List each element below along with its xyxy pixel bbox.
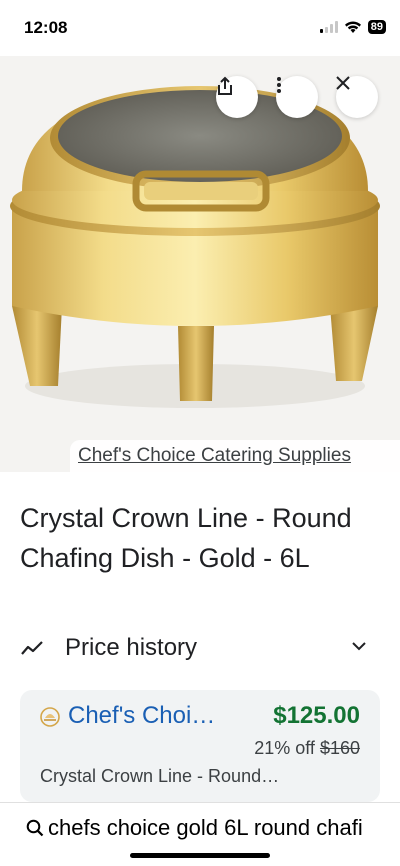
search-query-text: chefs choice gold 6L round chafi (48, 815, 363, 840)
price-history-label: Price history (65, 634, 198, 661)
signal-icon (319, 21, 338, 33)
source-link[interactable]: Chef's Choice Catering Supplies (70, 440, 400, 472)
product-title: Crystal Crown Line - Round Chafing Dish … (20, 503, 352, 573)
share-icon (218, 76, 232, 95)
close-icon (336, 76, 350, 90)
status-bar: 12:08 89 (0, 0, 400, 56)
search-query[interactable]: chefs choice gold 6L round chafi (26, 815, 376, 841)
offer-price: $125.00 (273, 702, 360, 729)
product-image[interactable]: Chef's Choice Catering Supplies (0, 56, 400, 472)
price-history-toggle[interactable]: Price history (0, 628, 400, 670)
home-indicator (130, 853, 270, 858)
merchant-name[interactable]: Chef's Choi… (68, 702, 215, 730)
bottom-search-bar[interactable]: chefs choice gold 6L round chafi (0, 802, 400, 866)
status-icons: 89 (319, 20, 386, 34)
more-vert-icon (277, 77, 281, 93)
merchant-logo-icon (40, 707, 60, 727)
more-options-button[interactable] (276, 76, 318, 118)
offer-discount: 21% off $160 (254, 738, 360, 759)
trend-chart-icon (21, 641, 43, 655)
chafing-dish-illustration (10, 86, 380, 408)
original-price: $160 (319, 738, 360, 758)
share-button[interactable] (216, 76, 258, 118)
close-button[interactable] (336, 76, 378, 118)
wifi-icon (344, 21, 361, 33)
chevron-down-icon (352, 642, 366, 651)
offer-card[interactable]: Chef's Choi… $125.00 21% off $160 Crysta… (20, 690, 380, 802)
discount-percent: 21% off (254, 738, 315, 758)
battery-indicator: 89 (367, 20, 386, 34)
offer-description: Crystal Crown Line - Round… (40, 766, 280, 786)
status-time: 12:08 (24, 18, 68, 37)
